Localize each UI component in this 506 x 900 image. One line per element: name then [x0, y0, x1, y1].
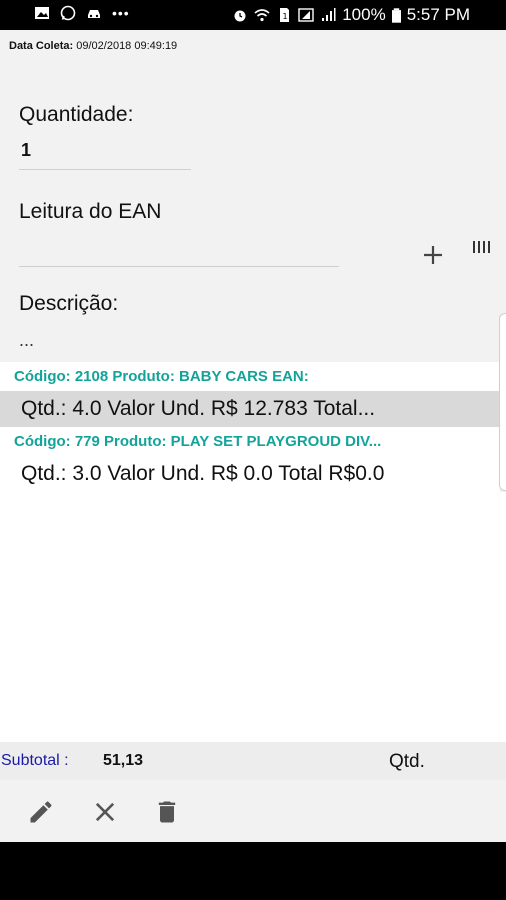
list-item-header[interactable]: Código: 779 Produto: PLAY SET PLAYGROUD …	[0, 427, 500, 456]
quantidade-input[interactable]: 1	[21, 140, 31, 161]
trash-icon[interactable]	[153, 798, 181, 826]
sim-icon: 1	[280, 8, 290, 22]
clock: 5:57 PM	[406, 5, 470, 24]
more-notifications-icon: •••	[112, 5, 130, 21]
status-bar: ••• 1 100% 5:57 PM	[0, 0, 506, 30]
descricao-value: ...	[19, 330, 35, 350]
list-item-details[interactable]: Qtd.: 3.0 Valor Und. R$ 0.0 Total R$0.0	[0, 456, 500, 492]
car-icon	[88, 10, 100, 18]
signal-box-icon	[298, 8, 314, 22]
gallery-icon	[35, 7, 49, 19]
app-screen: Data Coleta: 09/02/2018 09:49:19 Quantid…	[0, 30, 506, 842]
alarm-icon	[234, 10, 246, 22]
barcode-icon[interactable]	[471, 239, 493, 255]
battery-percent: 100%	[342, 5, 386, 24]
plus-icon[interactable]	[420, 242, 446, 268]
data-coleta-label: Data Coleta:	[9, 40, 74, 52]
battery-icon	[391, 7, 401, 23]
list-item-details[interactable]: Qtd.: 4.0 Valor Und. R$ 12.783 Total...	[0, 391, 500, 427]
ean-label: Leitura do EAN	[19, 200, 162, 223]
data-coleta: Data Coleta: 09/02/2018 09:49:19	[9, 40, 177, 52]
whatsapp-icon	[60, 5, 76, 21]
subtotal-bar: Subtotal : 51,13 Qtd.	[0, 742, 506, 780]
status-left-icons: •••	[34, 5, 130, 21]
subtotal-value: 51,13	[103, 752, 144, 769]
pencil-icon[interactable]	[27, 798, 55, 826]
data-coleta-value: 09/02/2018 09:49:19	[76, 40, 178, 52]
action-bar	[0, 780, 506, 842]
quantidade-underline	[19, 169, 191, 170]
wifi-icon	[254, 9, 270, 22]
side-drawer-handle[interactable]	[499, 313, 506, 491]
status-right-icons: 1 100% 5:57 PM	[232, 5, 470, 25]
items-list: Código: 2108 Produto: BABY CARS EAN: Qtd…	[0, 362, 500, 492]
cell-signal-icon	[322, 8, 336, 21]
close-icon[interactable]	[91, 798, 119, 826]
ean-input[interactable]	[19, 236, 339, 266]
list-empty-area	[0, 492, 506, 742]
list-item-header[interactable]: Código: 2108 Produto: BABY CARS EAN:	[0, 362, 500, 391]
ean-underline	[19, 266, 339, 267]
system-nav-bar	[0, 842, 506, 900]
descricao-label: Descrição:	[19, 292, 119, 315]
svg-text:1: 1	[283, 12, 288, 21]
subtotal-label: Subtotal :	[1, 752, 69, 769]
qtd-label: Qtd.	[389, 751, 425, 772]
quantidade-label: Quantidade:	[19, 103, 134, 126]
